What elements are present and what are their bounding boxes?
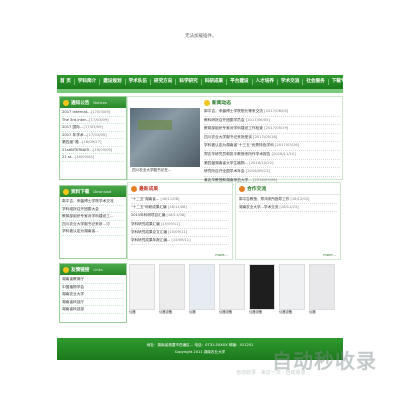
results-more-link[interactable]: more... xyxy=(215,253,228,257)
links-icon xyxy=(63,266,69,273)
nav-item[interactable]: 建设规划 xyxy=(100,79,126,85)
main-nav: 首 页 学科简介 建设规划 学术队伍 研究方向 科学研究 科研成果 平台建设 人… xyxy=(57,75,350,89)
nav-item[interactable]: 社会服务 xyxy=(303,79,329,85)
link-item[interactable]: 湖南省科技厅 xyxy=(62,299,124,306)
result-item[interactable]: 学科研究成果论文汇编 [15/09/11] xyxy=(131,229,229,237)
gallery: 仪器 仪器设备 仪器 仪器设备 仪器设备 仪器设备 仪器 xyxy=(127,262,341,320)
news-item[interactable]: 第四届湖南省大学生植物... [2016/10/22] xyxy=(204,160,340,169)
result-item[interactable]: "十二五"科研成果汇编 [16/11/08] xyxy=(131,204,229,213)
exchange-item[interactable]: 郭平吉教授、郑鸿来所指导工作 [16/12/03] xyxy=(239,196,337,205)
notice-item[interactable]: 2017 国际...[17/03/09] xyxy=(62,124,124,132)
gallery-image[interactable] xyxy=(129,264,155,310)
news-photo[interactable] xyxy=(130,108,200,167)
link-item[interactable]: 中国植物学会 xyxy=(62,284,124,291)
nav-item[interactable]: 科研成果 xyxy=(202,79,228,85)
news-item[interactable]: 郑志华研究员和张平教授来所作学术报告 [2016/11/10] xyxy=(204,151,340,160)
nav-item[interactable]: 平台建设 xyxy=(227,79,253,85)
download-title: 资料下载 xyxy=(71,189,90,195)
gallery-image[interactable] xyxy=(309,264,335,310)
nav-item[interactable]: 人才培养 xyxy=(253,79,278,85)
notice-title: 通知公告 xyxy=(71,100,90,106)
results-header: 最新成果 xyxy=(128,183,232,195)
gallery-caption[interactable]: 仪器设备 xyxy=(279,309,292,314)
gallery-caption[interactable]: 仪器 xyxy=(309,309,316,314)
gallery-image[interactable] xyxy=(189,264,215,310)
news-icon xyxy=(204,99,210,106)
exchange-title: 合作交流 xyxy=(247,187,267,192)
nav-item[interactable]: 下载专区 xyxy=(329,79,353,85)
exchange-more-link[interactable]: more... xyxy=(323,253,336,257)
gallery-caption[interactable]: 仪器设备 xyxy=(249,309,262,314)
download-title-en: Download xyxy=(93,189,112,194)
gallery-image[interactable] xyxy=(249,264,275,310)
result-item[interactable]: "十二五"湖南省... [16/11/08] xyxy=(131,196,229,205)
download-item[interactable]: 郭平吉、来馨博士学院学术交流 xyxy=(62,198,124,206)
notice-item[interactable]: 21stINTERNATI...[16/09/05] xyxy=(62,147,124,154)
notice-item[interactable]: The 3rd Inter...[17/03/09] xyxy=(62,117,124,124)
nav-item[interactable]: 学术队伍 xyxy=(126,79,151,85)
news-item[interactable]: 四川农业大学副书记来所座谈 [2017/05/16] xyxy=(204,134,340,143)
notice-title-en: Notices xyxy=(93,100,107,105)
download-box: 资料下载 Download 郭平吉、来馨博士学院学术交流 学科组所召开团委大会 … xyxy=(59,185,127,259)
exchange-icon xyxy=(239,185,245,192)
link-item[interactable]: 湖南农业大学 xyxy=(62,291,124,299)
links-title-en: Links xyxy=(93,267,103,272)
notice-item[interactable]: 2017 年学术...[17/03/09] xyxy=(62,132,124,139)
result-item[interactable]: 学科研究成果汇编 [15/09/11] xyxy=(131,221,229,229)
download-item[interactable]: 教育部组织专家对学科建设工... xyxy=(62,213,124,221)
news-item[interactable]: 研究所召开全国学术年会 [2016/09/13] xyxy=(204,168,340,177)
news-photo-caption[interactable]: 四川农业大学副书记在... xyxy=(132,168,171,173)
nav-item[interactable]: 研究方向 xyxy=(151,79,177,85)
link-item[interactable]: 湖南省教育厅 xyxy=(62,276,124,284)
exchange-item[interactable]: 湖南农业大学...学术交流 [16/11/23] xyxy=(239,204,337,213)
news-header: 新闻动态 xyxy=(204,99,231,106)
news-section: 新闻动态 四川农业大学副书记在... 郭平吉，来馨博士学院院长等来交流 [201… xyxy=(127,96,343,186)
notice-header: 通知公告 Notices xyxy=(60,97,126,108)
page: 无法加载插件。 首 页 学科简介 建设规划 学术队伍 研究方向 科学研究 科研成… xyxy=(57,0,350,360)
notice-item[interactable]: 2017 Internat...[17/03/09] xyxy=(62,109,124,117)
gallery-caption[interactable]: 仪器 xyxy=(189,309,196,314)
news-title: 新闻动态 xyxy=(212,101,232,106)
gallery-caption[interactable]: 仪器 xyxy=(129,309,136,314)
notice-item[interactable]: 第四届"湘...[16/09/27] xyxy=(62,139,124,147)
nav-item[interactable]: 学术交流 xyxy=(278,79,304,85)
download-header: 资料下载 Download xyxy=(60,186,126,197)
links-title: 友情链接 xyxy=(71,267,90,273)
news-item[interactable]: 教科研所召开团委学员会 [2017/06/05] xyxy=(204,117,340,126)
footer-copyright: Copyright 2011 湖南农业大学 xyxy=(174,350,226,354)
download-icon xyxy=(63,188,69,195)
gallery-image[interactable] xyxy=(219,264,245,310)
gallery-image[interactable] xyxy=(159,264,185,310)
watermark-subtext: 自动收录 · 来访一次 · 自动收录 xyxy=(236,370,306,376)
result-item[interactable]: 学科研究成果年报汇编... [15/09/11] xyxy=(131,237,229,246)
notice-icon xyxy=(63,99,69,106)
link-item[interactable]: 湖南省科技部 xyxy=(62,306,124,314)
download-item[interactable]: 学科组所召开团委大会 xyxy=(62,206,124,213)
download-item[interactable]: 四川农业大学副书记来所...讨 xyxy=(62,221,124,228)
gallery-caption[interactable]: 仪器设备 xyxy=(159,309,172,314)
notice-box: 通知公告 Notices 2017 Internat...[17/03/09] … xyxy=(59,96,127,180)
links-header: 友情链接 Links xyxy=(60,264,126,275)
gallery-image[interactable] xyxy=(279,264,305,310)
results-title: 最新成果 xyxy=(139,187,159,192)
nav-item[interactable]: 学科简介 xyxy=(75,79,101,85)
plugin-message: 无法加载插件。 xyxy=(185,34,217,39)
exchange-header: 合作交流 xyxy=(236,183,340,195)
result-item[interactable]: 2015年科研项目汇编 [16/11/08] xyxy=(131,212,229,221)
results-icon xyxy=(131,185,137,192)
download-item[interactable]: 学科被认定为湖南省... xyxy=(62,228,124,236)
header-banner: 无法加载插件。 xyxy=(57,0,343,76)
notice-item[interactable]: 21 st...[16/09/05] xyxy=(62,154,124,162)
links-box: 友情链接 Links 湖南省教育厅 中国植物学会 湖南农业大学 湖南省科技厅 湖… xyxy=(59,263,127,323)
exchange-section: 合作交流 郭平吉教授、郑鸿来所指导工作 [16/12/03] 湖南农业大学...… xyxy=(235,182,341,260)
gallery-caption[interactable]: 仪器设备 xyxy=(219,309,232,314)
nav-item[interactable]: 首 页 xyxy=(57,79,75,85)
watermark: 自动秒收录 自动收录 · 来访一次 · 自动收录 xyxy=(230,345,390,385)
news-item[interactable]: 教育部组织专家对学科建设工作检查 [2017/05/19] xyxy=(204,125,340,134)
news-item[interactable]: 郭平吉，来馨博士学院院长等来交流 [2017/06/05] xyxy=(204,108,340,117)
news-item[interactable]: 学科被认定为湖南省"十三五"优势特色学科 [2017/03/26] xyxy=(204,142,340,151)
results-section: 最新成果 "十二五"湖南省... [16/11/08] "十二五"科研成果汇编 … xyxy=(127,182,233,260)
nav-divider xyxy=(57,89,343,93)
nav-item[interactable]: 科学研究 xyxy=(176,79,202,85)
